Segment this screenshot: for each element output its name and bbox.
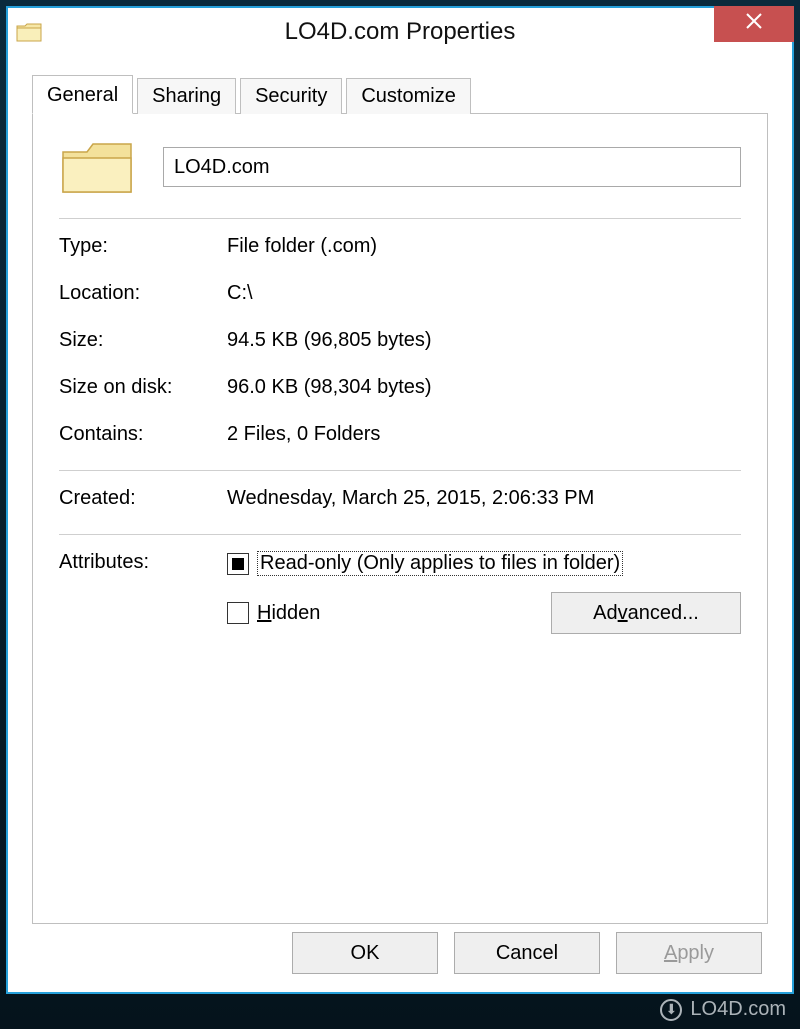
watermark: ⬇ LO4D.com [660, 998, 786, 1021]
size-on-disk-value: 96.0 KB (98,304 bytes) [227, 376, 741, 399]
readonly-checkbox[interactable] [227, 553, 249, 575]
checkbox-mixed-icon [232, 558, 244, 570]
attributes-label: Attributes: [59, 551, 227, 634]
tab-general[interactable]: General [32, 75, 133, 114]
contains-label: Contains: [59, 423, 227, 446]
close-button[interactable] [714, 6, 794, 42]
watermark-text: LO4D.com [690, 998, 786, 1021]
location-label: Location: [59, 282, 227, 305]
size-label: Size: [59, 329, 227, 352]
tabstrip: General Sharing Security Customize [32, 74, 768, 114]
hidden-label[interactable]: Hidden [257, 602, 320, 625]
apply-button[interactable]: Apply [616, 932, 762, 974]
window-title: LO4D.com Properties [8, 18, 792, 46]
watermark-icon: ⬇ [660, 999, 682, 1021]
window-titlebar[interactable]: LO4D.com Properties [8, 8, 792, 56]
created-value: Wednesday, March 25, 2015, 2:06:33 PM [227, 487, 741, 510]
size-value: 94.5 KB (96,805 bytes) [227, 329, 741, 352]
dialog-button-bar: OK Cancel Apply [10, 932, 790, 974]
properties-window: LO4D.com Properties General Sharing Secu… [6, 6, 794, 994]
folder-name-input[interactable] [163, 147, 741, 187]
advanced-button[interactable]: Advanced... [551, 592, 741, 634]
contains-value: 2 Files, 0 Folders [227, 423, 741, 446]
separator [59, 534, 741, 535]
folder-icon [16, 21, 42, 43]
tabpane-general: Type: File folder (.com) Location: C:\ S… [32, 114, 768, 924]
separator [59, 218, 741, 219]
window-client-area: General Sharing Security Customize Type:… [10, 56, 790, 990]
folder-large-icon [59, 136, 135, 198]
created-label: Created: [59, 487, 227, 510]
hidden-checkbox[interactable] [227, 602, 249, 624]
cancel-button[interactable]: Cancel [454, 932, 600, 974]
tab-security[interactable]: Security [240, 78, 342, 114]
separator [59, 470, 741, 471]
type-value: File folder (.com) [227, 235, 741, 258]
tab-customize[interactable]: Customize [346, 78, 470, 114]
readonly-label[interactable]: Read-only (Only applies to files in fold… [257, 551, 623, 576]
tab-sharing[interactable]: Sharing [137, 78, 236, 114]
location-value: C:\ [227, 282, 741, 305]
size-on-disk-label: Size on disk: [59, 376, 227, 399]
type-label: Type: [59, 235, 227, 258]
close-icon [744, 11, 764, 37]
ok-button[interactable]: OK [292, 932, 438, 974]
